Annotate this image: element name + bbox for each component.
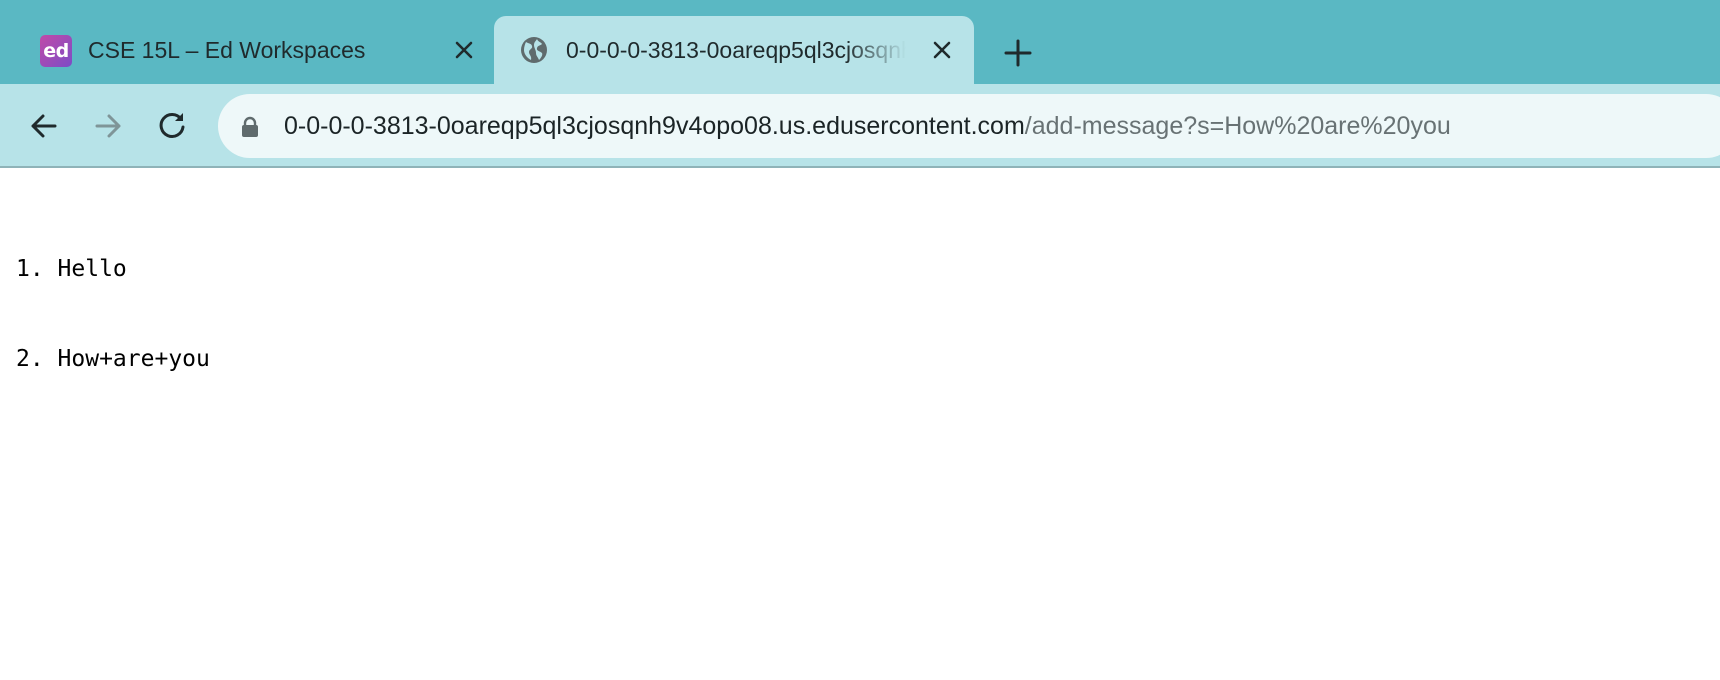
arrow-left-icon bbox=[31, 114, 57, 138]
back-button[interactable] bbox=[22, 104, 66, 148]
tab-strip: ed CSE 15L – Ed Workspaces 0-0-0-0-3813-… bbox=[0, 0, 1720, 84]
tab-ed-workspaces[interactable]: ed CSE 15L – Ed Workspaces bbox=[20, 16, 490, 84]
new-tab-button[interactable] bbox=[998, 33, 1038, 73]
tab-title: CSE 15L – Ed Workspaces bbox=[88, 37, 366, 63]
toolbar: 0-0-0-0-3813-0oareqp5ql3cjosqnh9v4opo08.… bbox=[0, 84, 1720, 168]
close-icon[interactable] bbox=[450, 36, 478, 64]
url-path: /add-message?s=How%20are%20you bbox=[1024, 112, 1451, 140]
reload-button[interactable] bbox=[150, 104, 194, 148]
message-list: 1. Hello 2. How+are+you bbox=[0, 168, 1720, 434]
url-text[interactable]: 0-0-0-0-3813-0oareqp5ql3cjosqnh9v4opo08.… bbox=[284, 94, 1451, 158]
page-content: 1. Hello 2. How+are+you bbox=[0, 168, 1720, 680]
list-item: 2. How+are+you bbox=[16, 346, 210, 372]
list-item: 1. Hello bbox=[16, 256, 127, 282]
ed-logo-icon: ed bbox=[40, 35, 72, 67]
address-bar[interactable]: 0-0-0-0-3813-0oareqp5ql3cjosqnh9v4opo08.… bbox=[218, 94, 1720, 158]
browser-window: ed CSE 15L – Ed Workspaces 0-0-0-0-3813-… bbox=[0, 0, 1720, 680]
plus-icon bbox=[1004, 39, 1032, 67]
tab-edusercontent[interactable]: 0-0-0-0-3813-0oareqp5ql3cjosqnh9v4opo08.… bbox=[494, 16, 974, 84]
tab-title: 0-0-0-0-3813-0oareqp5ql3cjosqnh9v4opo08.… bbox=[566, 37, 906, 63]
forward-button[interactable] bbox=[86, 104, 130, 148]
arrow-right-icon bbox=[95, 114, 121, 138]
url-host: 0-0-0-0-3813-0oareqp5ql3cjosqnh9v4opo08.… bbox=[284, 112, 1025, 140]
close-icon[interactable] bbox=[928, 36, 956, 64]
reload-icon bbox=[159, 112, 185, 138]
lock-icon[interactable] bbox=[240, 116, 260, 138]
globe-icon bbox=[520, 36, 548, 64]
